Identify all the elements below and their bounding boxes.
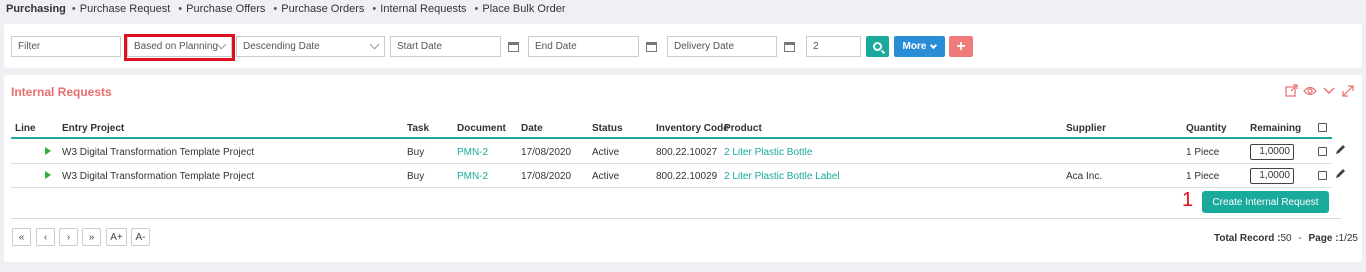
remaining-input[interactable]: 1,0000 <box>1250 168 1294 184</box>
first-page-button[interactable]: « <box>12 228 31 246</box>
first-page-icon: « <box>18 231 25 243</box>
delivery-date-input[interactable]: Delivery Date <box>667 36 795 57</box>
total-record-value: 50 <box>1280 233 1292 244</box>
play-icon[interactable] <box>45 147 51 155</box>
cell-quantity: 1 Piece <box>1186 171 1220 182</box>
col-supplier: Supplier <box>1066 123 1107 134</box>
edit-icon[interactable] <box>1335 144 1346 158</box>
expand-icon[interactable] <box>1341 84 1355 97</box>
breadcrumb-place-bulk-order[interactable]: Place Bulk Order <box>475 3 565 15</box>
edit-icon[interactable] <box>1335 168 1346 182</box>
calendar-icon[interactable] <box>780 38 798 55</box>
cell-supplier: Aca Inc. <box>1066 171 1103 182</box>
breadcrumb: Purchasing Purchase Request Purchase Off… <box>6 2 574 16</box>
delivery-date-placeholder: Delivery Date <box>674 41 735 52</box>
font-increase-button[interactable]: A+ <box>106 228 127 246</box>
search-icon <box>873 42 882 51</box>
end-date-placeholder: End Date <box>535 41 577 52</box>
prev-page-button[interactable]: ‹ <box>36 228 55 246</box>
col-document: Document <box>457 123 506 134</box>
calendar-icon[interactable] <box>504 38 522 55</box>
chevron-right-icon: › <box>66 231 71 243</box>
chevron-down-icon <box>369 39 380 50</box>
filter-input[interactable]: Filter <box>11 36 121 57</box>
breadcrumb-root[interactable]: Purchasing <box>6 3 66 15</box>
row-divider <box>11 187 1332 188</box>
row-divider <box>11 163 1332 164</box>
font-increase-label: A+ <box>110 231 123 243</box>
more-button-label: More <box>902 41 927 52</box>
record-summary: Total Record :50 - Page :1/25 <box>1214 233 1358 244</box>
select-all-checkbox[interactable] <box>1318 123 1327 132</box>
search-button[interactable] <box>866 36 889 57</box>
start-date-input[interactable]: Start Date <box>390 36 519 57</box>
cell-product-link[interactable]: 2 Liter Plastic Bottle Label <box>724 171 840 182</box>
summary-separator: - <box>1298 233 1302 244</box>
eye-icon[interactable] <box>1303 84 1317 97</box>
collapse-icon[interactable] <box>1322 84 1336 97</box>
font-decrease-button[interactable]: A- <box>131 228 150 246</box>
cell-quantity: 1 Piece <box>1186 147 1220 158</box>
create-internal-request-button[interactable]: Create Internal Request <box>1202 191 1329 213</box>
panel-title: Internal Requests <box>11 85 112 99</box>
play-icon[interactable] <box>45 171 51 179</box>
breadcrumb-purchase-offers[interactable]: Purchase Offers <box>178 3 265 15</box>
cell-task: Buy <box>407 171 425 182</box>
col-date: Date <box>521 123 543 134</box>
col-product: Product <box>724 123 762 134</box>
page-label: Page : <box>1308 233 1339 244</box>
breadcrumb-purchase-orders[interactable]: Purchase Orders <box>273 3 364 15</box>
last-page-button[interactable]: » <box>82 228 101 246</box>
create-button-label: Create Internal Request <box>1212 196 1319 208</box>
cell-status: Active <box>592 147 620 158</box>
col-quantity: Quantity <box>1186 123 1227 134</box>
cell-entry-project: W3 Digital Transformation Template Proje… <box>62 171 255 182</box>
cell-document-link[interactable]: PMN-2 <box>457 147 488 158</box>
total-record-label: Total Record : <box>1214 233 1281 244</box>
col-line: Line <box>15 123 36 134</box>
chevron-left-icon: ‹ <box>43 231 48 243</box>
filter-input-placeholder: Filter <box>18 41 41 52</box>
calendar-icon[interactable] <box>642 38 660 55</box>
next-page-button[interactable]: › <box>59 228 78 246</box>
cell-date: 17/08/2020 <box>521 147 572 158</box>
end-date-input[interactable]: End Date <box>528 36 657 57</box>
sort-select[interactable]: Descending Date <box>236 36 385 57</box>
breadcrumb-internal-requests[interactable]: Internal Requests <box>372 3 466 15</box>
cell-task: Buy <box>407 147 425 158</box>
cell-inventory-code: 800.22.10027 <box>656 147 718 158</box>
cell-status: Active <box>592 171 620 182</box>
more-button[interactable]: More <box>894 36 945 57</box>
cell-date: 17/08/2020 <box>521 171 572 182</box>
last-page-icon: » <box>88 231 95 243</box>
row-checkbox[interactable] <box>1318 147 1327 156</box>
count-input[interactable]: 2 <box>806 36 861 57</box>
internal-requests-panel <box>4 75 1362 262</box>
col-remaining: Remaining <box>1250 123 1302 134</box>
cell-product-link[interactable]: 2 Liter Plastic Bottle <box>724 147 812 158</box>
cell-inventory-code: 800.22.10029 <box>656 171 718 182</box>
sort-select-value: Descending Date <box>243 41 320 52</box>
step-number: 1 <box>1182 189 1194 211</box>
font-decrease-label: A- <box>135 231 146 243</box>
export-icon[interactable] <box>1284 84 1298 97</box>
col-status: Status <box>592 123 623 134</box>
row-checkbox[interactable] <box>1318 171 1327 180</box>
remaining-input[interactable]: 1,0000 <box>1250 144 1294 160</box>
plus-icon: + <box>956 37 966 55</box>
chevron-down-icon <box>930 41 938 49</box>
cell-document-link[interactable]: PMN-2 <box>457 171 488 182</box>
highlight-box <box>124 34 235 61</box>
header-divider <box>11 137 1332 139</box>
col-task: Task <box>407 123 430 134</box>
footer-divider <box>11 218 1341 219</box>
col-inventory-code: Inventory Code <box>656 123 729 134</box>
col-entry-project: Entry Project <box>62 123 125 134</box>
cell-entry-project: W3 Digital Transformation Template Proje… <box>62 147 255 158</box>
count-input-value: 2 <box>813 41 819 52</box>
start-date-placeholder: Start Date <box>397 41 443 52</box>
add-button[interactable]: + <box>949 36 973 57</box>
breadcrumb-purchase-request[interactable]: Purchase Request <box>72 3 171 15</box>
page-value: 1/25 <box>1338 233 1358 244</box>
